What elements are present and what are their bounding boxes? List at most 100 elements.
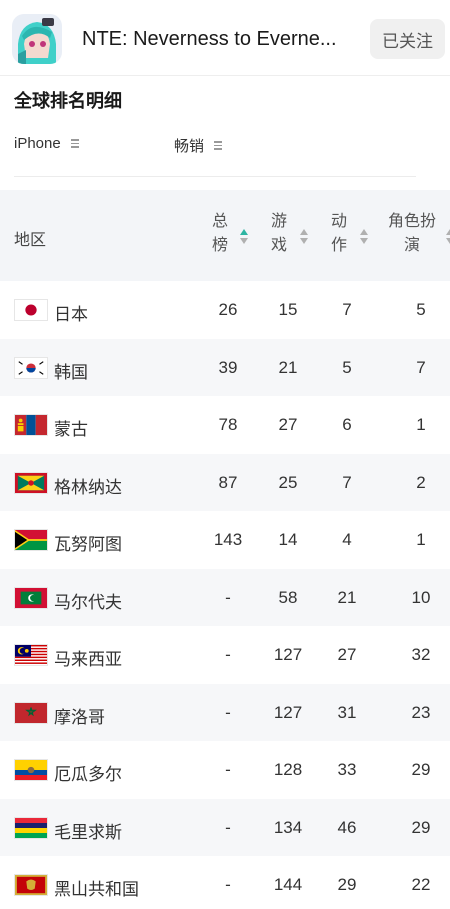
country-name: 马尔代夫: [54, 592, 122, 612]
rank-rpg: 1: [416, 415, 426, 434]
rank-action: 4: [342, 530, 352, 549]
rank-action: 21: [337, 587, 357, 607]
sort-icon[interactable]: [300, 229, 308, 245]
header-rpg-line2: 演: [403, 237, 420, 254]
header-action-line2: 作: [330, 237, 347, 254]
table-row[interactable]: 黑山共和国 - 144 29 22: [0, 856, 450, 909]
table-row[interactable]: 马来西亚 - 127 27 32: [0, 626, 450, 684]
rank-rpg: 32: [411, 645, 431, 664]
header-games-line2: 戏: [270, 237, 287, 254]
rank-games: 134: [273, 817, 303, 837]
table-row[interactable]: 瓦努阿图 143 14 4 1: [0, 511, 450, 569]
table-row[interactable]: 马尔代夫 - 58 21 10: [0, 568, 450, 626]
filter-device[interactable]: iPhone: [14, 135, 79, 152]
sort-icon[interactable]: [446, 229, 450, 245]
header-action[interactable]: 动 作: [329, 210, 349, 258]
header-rpg[interactable]: 角色扮 演: [384, 210, 440, 258]
table-row[interactable]: 摩洛哥 - 127 31 23: [0, 683, 450, 741]
country-name: 日本: [54, 305, 88, 324]
header-games[interactable]: 游 戏: [269, 210, 289, 258]
rank-overall: -: [225, 645, 231, 664]
table-header: 地区 总 榜 游 戏 动 作 角色扮 演: [0, 190, 450, 281]
morocco-flag-icon: [14, 701, 48, 724]
app-icon[interactable]: [12, 14, 62, 64]
sort-icon[interactable]: [360, 229, 368, 245]
table-row[interactable]: 毛里求斯 - 134 46 29: [0, 798, 450, 856]
rank-rpg: 29: [411, 817, 431, 837]
country-name: 厄瓜多尔: [54, 765, 122, 784]
table-row[interactable]: 蒙古 78 27 6 1: [0, 396, 450, 454]
table-row[interactable]: 日本 26 15 7 5: [0, 281, 450, 339]
malaysia-flag-icon: [14, 644, 48, 666]
country-name: 黑山共和国: [54, 880, 139, 899]
ecuador-flag-icon: [14, 759, 48, 781]
rank-action: 33: [337, 760, 357, 779]
rank-rpg: 7: [416, 357, 426, 377]
montenegro-flag-icon: [14, 874, 48, 896]
rank-overall: 26: [218, 300, 238, 319]
rank-action: 7: [342, 472, 352, 492]
mauritius-flag-icon: [14, 816, 48, 839]
country-name: 格林纳达: [54, 477, 122, 497]
rank-action: 5: [342, 357, 352, 377]
rank-overall: 87: [218, 472, 238, 492]
rank-overall: 78: [218, 415, 238, 434]
header-overall-line2: 榜: [211, 237, 228, 254]
rank-overall: -: [225, 875, 231, 894]
rank-overall: 39: [218, 357, 238, 377]
filter-device-label: iPhone: [14, 135, 61, 152]
country-name: 摩洛哥: [54, 707, 105, 727]
rank-action: 29: [337, 875, 357, 894]
table-row[interactable]: 厄瓜多尔 - 128 33 29: [0, 741, 450, 799]
rank-games: 21: [278, 357, 298, 377]
table-row[interactable]: 格林纳达 87 25 7 2: [0, 453, 450, 511]
maldives-flag-icon: [14, 586, 48, 609]
rank-overall: -: [225, 702, 231, 722]
table-row[interactable]: 韩国 39 21 5 7: [0, 338, 450, 396]
rank-action: 6: [342, 415, 352, 434]
header-region: 地区: [14, 232, 47, 249]
rank-games: 127: [273, 702, 303, 722]
app-header: NTE: Neverness to Everne... 已关注: [0, 0, 450, 76]
vanuatu-flag-icon: [14, 529, 48, 551]
rank-games: 15: [278, 300, 298, 319]
menu-icon: [70, 139, 79, 148]
rank-games: 127: [273, 645, 303, 664]
rank-rpg: 23: [411, 702, 431, 722]
rank-action: 46: [337, 817, 357, 837]
rank-games: 27: [278, 415, 298, 434]
rank-rpg: 2: [416, 472, 426, 492]
rank-action: 7: [342, 300, 352, 319]
rank-action: 27: [337, 645, 357, 664]
country-name: 马来西亚: [54, 650, 122, 669]
rank-rpg: 29: [411, 760, 431, 779]
sort-icon[interactable]: [240, 229, 248, 245]
header-rpg-line1: 角色扮: [387, 213, 436, 230]
header-games-line1: 游: [270, 213, 287, 230]
rank-overall: -: [225, 817, 231, 837]
filter-chart-label: 畅销: [174, 138, 205, 155]
rank-rpg: 10: [411, 587, 431, 607]
country-name: 蒙古: [54, 420, 88, 439]
rank-overall: -: [225, 587, 231, 607]
follow-button[interactable]: 已关注: [370, 19, 445, 59]
korea-flag-icon: [14, 356, 48, 379]
rank-games: 14: [278, 530, 298, 549]
rank-games: 58: [278, 587, 298, 607]
divider: [14, 176, 416, 177]
filter-chart[interactable]: 畅销: [174, 135, 223, 156]
app-title: NTE: Neverness to Everne...: [82, 28, 337, 50]
rank-action: 31: [337, 702, 357, 722]
japan-flag-icon: [14, 299, 48, 321]
rank-rpg: 1: [416, 530, 426, 549]
menu-icon: [214, 141, 223, 150]
rank-games: 25: [278, 472, 298, 492]
header-overall-line1: 总: [211, 213, 228, 230]
rank-overall: 143: [213, 530, 243, 549]
mongolia-flag-icon: [14, 414, 48, 436]
rank-rpg: 5: [416, 300, 426, 319]
rank-games: 128: [273, 760, 303, 779]
header-action-line1: 动: [330, 213, 347, 230]
header-overall[interactable]: 总 榜: [210, 210, 230, 258]
rank-overall: -: [225, 760, 231, 779]
